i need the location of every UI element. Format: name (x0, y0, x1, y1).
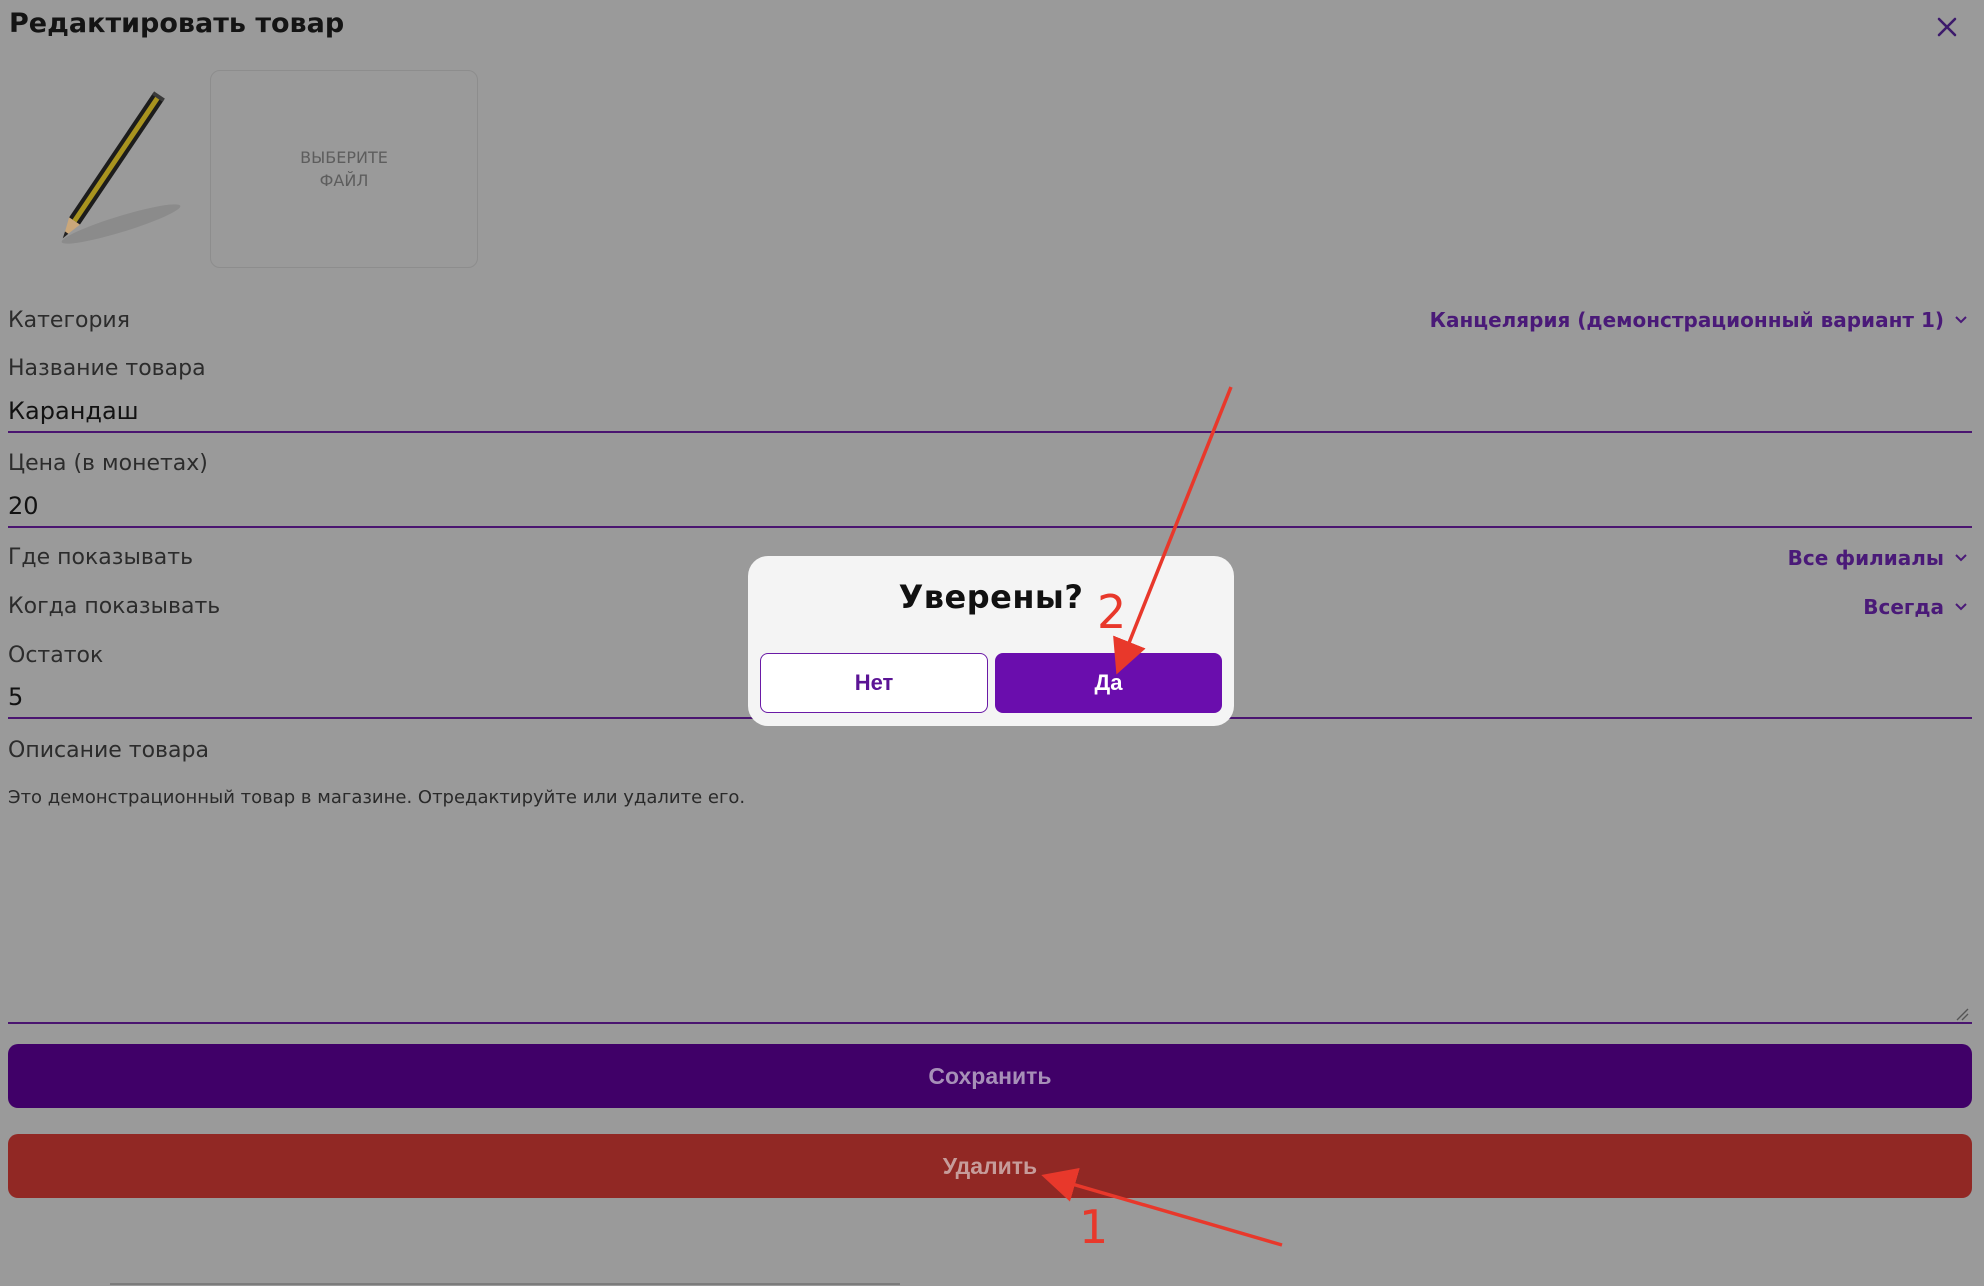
annotation-number-2: 2 (1097, 585, 1127, 639)
description-underline (8, 1022, 1972, 1024)
description-label: Описание товара (8, 738, 209, 763)
when-select[interactable]: Всегда (1863, 595, 1968, 619)
save-button[interactable]: Сохранить (8, 1044, 1972, 1108)
stock-input[interactable]: 5 (8, 683, 23, 711)
where-value: Все филиалы (1787, 546, 1944, 570)
category-value: Канцелярия (демонстрационный вариант 1) (1429, 308, 1944, 332)
name-underline (8, 431, 1972, 433)
chevron-down-icon (1955, 603, 1967, 611)
category-select[interactable]: Канцелярия (демонстрационный вариант 1) (1430, 308, 1968, 332)
confirm-dialog-title: Уверены? (898, 578, 1084, 616)
description-textarea[interactable]: Это демонстрационный товар в магазине. О… (8, 787, 745, 808)
name-input[interactable]: Карандаш (8, 397, 139, 425)
where-label: Где показывать (8, 545, 194, 570)
confirm-no-button[interactable]: Нет (760, 653, 988, 713)
close-icon[interactable] (1930, 10, 1964, 44)
category-label: Категория (8, 308, 130, 333)
confirm-dialog: Уверены? Нет Да (748, 556, 1234, 726)
resize-grip-icon[interactable] (1953, 1005, 1969, 1021)
name-label: Название товара (8, 356, 206, 381)
annotation-number-1: 1 (1079, 1200, 1109, 1254)
bottom-divider (110, 1283, 900, 1285)
price-input[interactable]: 20 (8, 492, 39, 520)
chevron-down-icon (1955, 554, 1967, 562)
file-upload-label: ВЫБЕРИТЕ ФАЙЛ (300, 148, 388, 190)
chevron-down-icon (1955, 316, 1967, 324)
delete-button[interactable]: Удалить (8, 1134, 1972, 1198)
stock-label: Остаток (8, 643, 104, 668)
where-select[interactable]: Все филиалы (1788, 546, 1968, 570)
page-title: Редактировать товар (9, 8, 345, 39)
when-label: Когда показывать (8, 594, 221, 619)
when-value: Всегда (1863, 595, 1944, 619)
file-upload-button[interactable]: ВЫБЕРИТЕ ФАЙЛ (210, 70, 478, 268)
price-label: Цена (в монетах) (8, 451, 208, 476)
product-image-pencil (61, 91, 181, 244)
confirm-yes-button[interactable]: Да (995, 653, 1222, 713)
price-underline (8, 526, 1972, 528)
